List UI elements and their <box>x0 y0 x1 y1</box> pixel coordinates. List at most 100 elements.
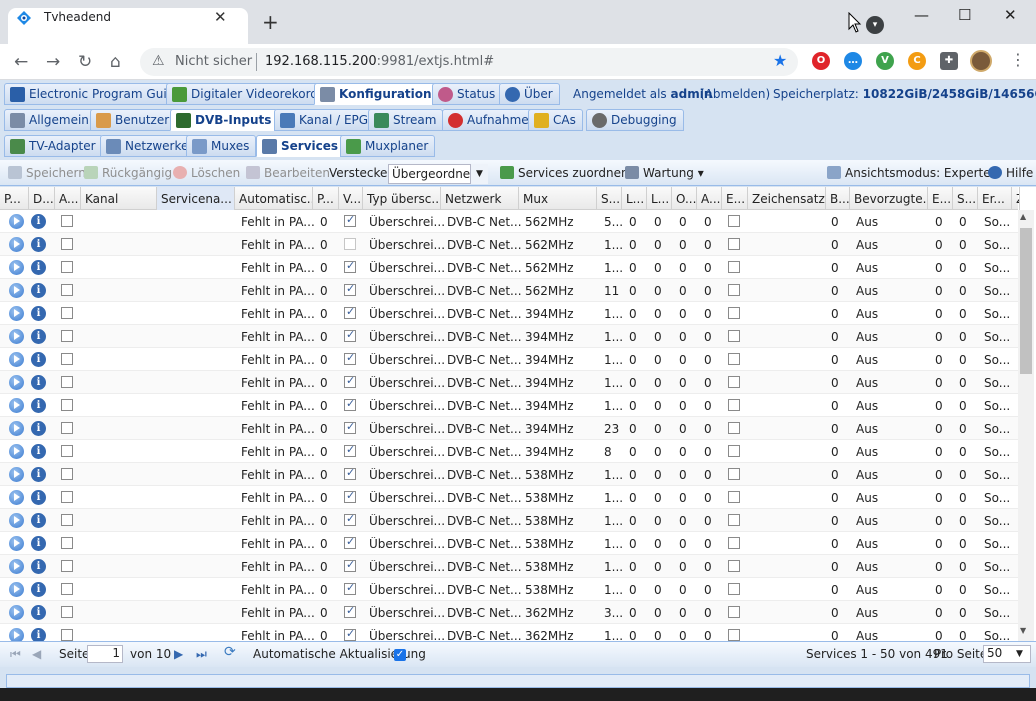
back-icon[interactable]: ← <box>14 52 28 72</box>
table-row[interactable]: i Fehlt in PA... 0 Überschrei...DVB-C Net..… <box>0 509 1018 532</box>
play-icon[interactable] <box>9 490 24 505</box>
tab-dvb-inputs[interactable]: DVB-Inputs <box>170 109 279 131</box>
tab-close-icon[interactable]: ✕ <box>214 8 227 26</box>
info-icon[interactable]: i <box>31 398 46 413</box>
table-row[interactable]: i Fehlt in PA... 0 Überschrei...DVB-C Net..… <box>0 394 1018 417</box>
info-icon[interactable]: i <box>31 536 46 551</box>
enabled-checkbox[interactable] <box>61 422 73 434</box>
maintenance-button[interactable]: Wartung ▾ <box>625 166 704 180</box>
logout-link[interactable]: (Abmelden) <box>700 87 770 101</box>
play-icon[interactable] <box>9 352 24 367</box>
profile-avatar[interactable] <box>970 50 992 72</box>
browser-menu-icon[interactable]: ⋮ <box>1010 50 1026 69</box>
info-icon[interactable]: i <box>31 260 46 275</box>
encrypted-checkbox[interactable] <box>728 307 740 319</box>
info-icon[interactable]: i <box>31 375 46 390</box>
encrypted-checkbox[interactable] <box>728 238 740 250</box>
column-header[interactable]: Servicena... <box>157 187 235 210</box>
encrypted-checkbox[interactable] <box>728 422 740 434</box>
last-page-icon[interactable]: ⏭ <box>196 647 207 662</box>
verified-checkbox[interactable] <box>344 604 356 618</box>
tab-muxplanner[interactable]: Muxplaner <box>340 135 436 157</box>
forward-icon[interactable]: → <box>46 52 60 72</box>
table-row[interactable]: i Fehlt in PA... 0 Überschrei...DVB-C Net..… <box>0 532 1018 555</box>
verified-checkbox[interactable] <box>344 305 356 319</box>
help-button[interactable]: Hilfe <box>988 166 1033 180</box>
auto-refresh-checkbox[interactable]: ✓ <box>394 649 406 661</box>
extension-chat-icon[interactable]: … <box>844 52 862 70</box>
verified-checkbox[interactable] <box>344 489 356 503</box>
tab-configuration[interactable]: Konfiguration <box>314 83 439 105</box>
extension-orange-icon[interactable]: C <box>908 52 926 70</box>
delete-button[interactable]: Löschen <box>173 166 240 180</box>
encrypted-checkbox[interactable] <box>728 491 740 503</box>
info-icon[interactable]: i <box>31 329 46 344</box>
tab-channel-epg[interactable]: Kanal / EPG <box>274 109 376 131</box>
verified-checkbox[interactable] <box>344 259 356 273</box>
tab-cas[interactable]: CAs <box>528 109 583 131</box>
column-header[interactable]: L... <box>622 187 647 210</box>
column-header[interactable]: Kanal <box>81 187 157 210</box>
map-services-button[interactable]: Services zuordnen ▾ <box>500 166 638 180</box>
verified-checkbox[interactable] <box>344 512 356 526</box>
column-header[interactable]: Netzwerk <box>441 187 519 210</box>
undo-button[interactable]: Rückgängig <box>84 166 172 180</box>
play-icon[interactable] <box>9 306 24 321</box>
enabled-checkbox[interactable] <box>61 537 73 549</box>
play-icon[interactable] <box>9 421 24 436</box>
enabled-checkbox[interactable] <box>61 560 73 572</box>
column-header[interactable]: Bevorzugte... <box>850 187 928 210</box>
enabled-checkbox[interactable] <box>61 307 73 319</box>
encrypted-checkbox[interactable] <box>728 215 740 227</box>
tab-epg[interactable]: Electronic Program Guide <box>4 83 189 105</box>
table-row[interactable]: i Fehlt in PA... 0 Überschrei...DVB-C Net..… <box>0 463 1018 486</box>
encrypted-checkbox[interactable] <box>728 537 740 549</box>
home-icon[interactable]: ⌂ <box>110 52 121 72</box>
table-row[interactable]: i Fehlt in PA... 0 Überschrei...DVB-C Net..… <box>0 279 1018 302</box>
table-row[interactable]: i Fehlt in PA... 0 Überschrei...DVB-C Net..… <box>0 302 1018 325</box>
tab-stream[interactable]: Stream <box>368 109 444 131</box>
tab-status[interactable]: Status <box>432 83 503 105</box>
column-header[interactable]: Typ übersc... <box>363 187 441 210</box>
verified-checkbox[interactable] <box>344 535 356 549</box>
per-page-select[interactable]: 50 <box>983 645 1031 663</box>
column-header[interactable]: O... <box>672 187 697 210</box>
encrypted-checkbox[interactable] <box>728 629 740 641</box>
play-icon[interactable] <box>9 536 24 551</box>
enabled-checkbox[interactable] <box>61 514 73 526</box>
verified-checkbox[interactable] <box>344 397 356 411</box>
column-header[interactable]: E... <box>928 187 953 210</box>
info-icon[interactable]: i <box>31 467 46 482</box>
chevron-down-icon[interactable]: ▼ <box>1016 649 1023 659</box>
play-icon[interactable] <box>9 467 24 482</box>
column-header[interactable]: V... <box>339 187 363 210</box>
table-row[interactable]: i Fehlt in PA... 0 Überschrei...DVB-C Net..… <box>0 371 1018 394</box>
view-mode-button[interactable]: Ansichtsmodus: Experte ▾ <box>827 166 1000 180</box>
tab-users[interactable]: Benutzer <box>90 109 177 131</box>
enabled-checkbox[interactable] <box>61 399 73 411</box>
verified-checkbox[interactable] <box>344 420 356 434</box>
edit-button[interactable]: Bearbeiten <box>246 166 330 180</box>
minimize-icon[interactable]: — <box>914 6 929 24</box>
play-icon[interactable] <box>9 283 24 298</box>
verified-checkbox[interactable] <box>344 374 356 388</box>
column-header[interactable]: A... <box>55 187 81 210</box>
tab-services[interactable]: Services <box>256 135 346 157</box>
play-icon[interactable] <box>9 214 24 229</box>
column-header[interactable]: P... <box>0 187 29 210</box>
verified-checkbox[interactable] <box>344 581 356 595</box>
info-icon[interactable]: i <box>31 237 46 252</box>
info-icon[interactable]: i <box>31 283 46 298</box>
enabled-checkbox[interactable] <box>61 215 73 227</box>
page-input[interactable]: 1 <box>87 645 123 663</box>
verified-checkbox[interactable] <box>344 466 356 480</box>
column-header[interactable]: Mux <box>519 187 597 210</box>
info-icon[interactable]: i <box>31 605 46 620</box>
play-icon[interactable] <box>9 559 24 574</box>
first-page-icon[interactable]: ⏮ <box>10 647 21 662</box>
tab-recording[interactable]: Aufnahme <box>442 109 536 131</box>
encrypted-checkbox[interactable] <box>728 399 740 411</box>
play-icon[interactable] <box>9 582 24 597</box>
url-text[interactable]: 192.168.115.200:9981/extjs.html# <box>265 54 494 69</box>
encrypted-checkbox[interactable] <box>728 353 740 365</box>
